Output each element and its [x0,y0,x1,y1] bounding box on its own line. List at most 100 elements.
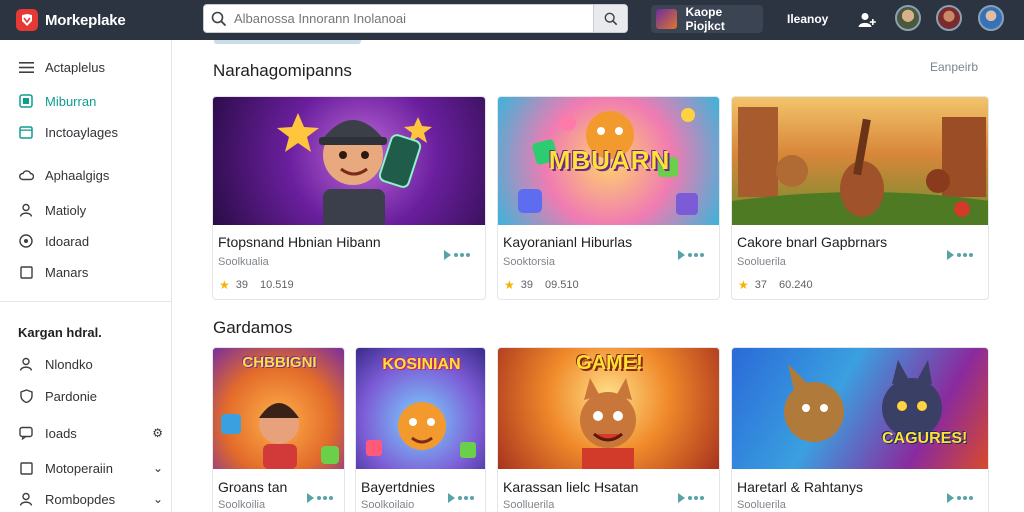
scroll-strip [214,40,361,44]
card-subtitle: Soolkoilaio [361,499,415,511]
search-icon [204,5,234,32]
thumbnail-logo-text: KOSINIAN [382,356,461,373]
game-card[interactable]: Ftopsnand Hbnian Hibann Soolkualia ★ 39 … [212,96,486,300]
sidebar: Actaplelus Miburran Inctoaylages Aphaalg… [0,40,172,512]
game-card[interactable]: CHBBIGNI Groans tan Soolkoilia [212,347,345,512]
search-button[interactable] [593,5,627,32]
sidebar-divider [0,301,172,302]
target-icon [18,233,34,249]
game-thumbnail [732,348,988,469]
cloud-icon [18,167,34,183]
more-icon[interactable] [677,492,705,504]
sidebar-item-motoperaiin[interactable]: Motoperaiin ⌄ [18,460,163,476]
card-meta: ★ 39 10.519 [219,278,294,292]
game-card[interactable]: KOSINIAN Bayertdnies Soolkoilaio [355,347,486,512]
sidebar-item-aphaalgigs[interactable]: Aphaalgigs [18,167,163,183]
game-card[interactable]: Cakore bnarl Gapbrnars Sooluerila ★ 37 6… [731,96,989,300]
sidebar-item-ioads[interactable]: Ioads ⚙ [18,425,163,441]
sidebar-item-label: Pardonie [45,388,98,404]
card-subtitle: Sooluerila [737,256,786,268]
user-icon [18,356,34,372]
app-icon [18,93,34,109]
sidebar-item-actaplelus[interactable]: Actaplelus [18,59,163,75]
card-title[interactable]: Groans tan [218,479,287,495]
card-count: 60.240 [779,279,813,291]
more-icon[interactable] [946,492,974,504]
sidebar-item-miburran[interactable]: Miburran [18,93,163,109]
brand-logo-icon [16,9,38,31]
card-title[interactable]: Ftopsnand Hbnian Hibann [218,234,381,250]
sidebar-item-inctoaylages[interactable]: Inctoaylages [18,124,163,140]
sidebar-item-label: Matioly [45,202,87,218]
sidebar-item-label: Nlondko [45,356,93,372]
sidebar-item-label: Idoarad [45,233,90,249]
chevron-down-icon[interactable]: ⌄ [153,492,163,506]
section-title: Gardamos [213,318,293,337]
sidebar-section-heading: Kargan hdral. [18,325,102,340]
card-title[interactable]: Haretarl & Rahtanys [737,479,863,495]
game-thumbnail [732,97,988,225]
see-all-link[interactable]: Eanpeirb [930,60,978,74]
sidebar-item-label: Rombopdes [45,491,116,507]
card-rating: 39 [235,279,249,291]
chat-icon [18,425,34,441]
avatar[interactable] [936,5,962,31]
card-count: 09.510 [545,279,579,291]
settings-icon[interactable]: ⚙ [152,426,163,440]
search-icon [604,12,617,25]
avatar[interactable] [895,5,921,31]
brand[interactable]: Morkeplake [16,9,202,31]
calendar-icon [18,124,34,140]
square-icon [18,460,34,476]
sidebar-item-manars[interactable]: Manars [18,264,163,280]
card-title[interactable]: Bayertdnies [361,479,435,495]
avatar[interactable] [978,5,1004,31]
card-title[interactable]: Karassan lielc Hsatan [503,479,638,495]
shield-icon [18,388,34,404]
search-input[interactable] [234,6,593,31]
sidebar-item-label: Miburran [45,93,97,109]
add-user-icon[interactable] [857,10,877,30]
card-subtitle: Soolluerila [503,499,555,511]
more-icon[interactable] [677,249,705,261]
star-icon: ★ [738,278,749,292]
card-subtitle: Sooluerila [737,499,786,511]
card-rating: 39 [520,279,534,291]
menu-icon [18,59,34,75]
sidebar-item-label: Inctoaylages [45,124,118,140]
more-icon[interactable] [447,492,475,504]
card-meta: ★ 37 60.240 [738,278,813,292]
game-card[interactable]: MBUARN Kayoranianl Hiburlas Sooktorsia ★… [497,96,720,300]
thumbnail-logo-text: GAME! [576,352,643,374]
game-card[interactable]: GAME! Karassan lielc Hsatan Soolluerila [497,347,720,512]
game-thumbnail [213,97,485,225]
sidebar-item-matioly[interactable]: Matioly [18,202,163,218]
search-bar [203,4,628,33]
more-icon[interactable] [443,249,471,261]
section-title: Narahagomipanns [213,61,352,80]
thumbnail-logo-text: CAGURES! [882,430,968,447]
sidebar-item-pardonie[interactable]: Pardonie [18,388,163,404]
chevron-down-icon[interactable]: ⌄ [153,461,163,475]
project-switcher[interactable]: Kaope Piojkct [651,5,763,33]
sidebar-item-idoarad[interactable]: Idoarad [18,233,163,249]
sidebar-item-nlondko[interactable]: Nlondko [18,356,163,372]
card-subtitle: Soolkualia [218,256,269,268]
nav-link[interactable]: Ileanoy [787,12,828,26]
card-rating: 37 [754,279,768,291]
top-bar: Morkeplake Kaope Piojkct Ileanoy [0,0,1024,40]
sidebar-item-rombopdes[interactable]: Rombopdes ⌄ [18,491,163,507]
project-name: Kaope Piojkct [685,5,725,33]
card-title[interactable]: Cakore bnarl Gapbrnars [737,234,887,250]
more-icon[interactable] [946,249,974,261]
sidebar-item-label: Motoperaiin [45,460,113,476]
user-icon [18,491,34,507]
card-title[interactable]: Kayoranianl Hiburlas [503,234,632,250]
card-meta: ★ 39 09.510 [504,278,579,292]
square-icon [18,264,34,280]
game-card[interactable]: CAGURES! Haretarl & Rahtanys Sooluerila [731,347,989,512]
more-icon[interactable] [306,492,334,504]
thumbnail-logo-text: MBUARN [548,145,671,175]
star-icon: ★ [504,278,515,292]
app-name: Morkeplake [45,11,126,29]
